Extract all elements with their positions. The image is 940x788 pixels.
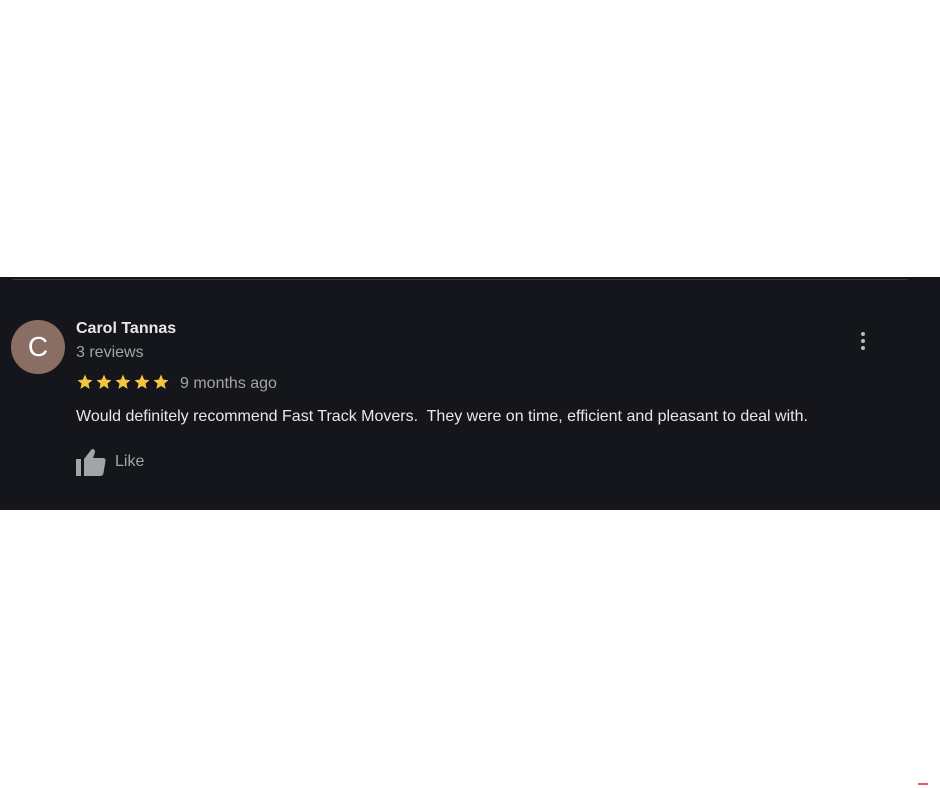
divider [12,279,908,280]
more-vert-icon-dot [861,339,865,343]
reviewer-name[interactable]: Carol Tannas [76,320,176,338]
corner-mark [918,783,928,785]
review-count[interactable]: 3 reviews [76,344,144,362]
more-vert-icon [861,332,865,336]
review-time: 9 months ago [180,375,277,392]
thumb-up-icon [76,449,106,476]
star-rating [76,373,170,391]
star-icon [153,374,169,389]
more-options-button[interactable] [852,329,874,353]
more-vert-icon-dot [861,346,865,350]
like-button[interactable]: Like [75,447,144,477]
star-icon [77,374,93,389]
review-text: Would definitely recommend Fast Track Mo… [76,408,808,425]
avatar[interactable]: C [11,320,65,374]
review-card: C Carol Tannas 3 reviews 9 months ago Wo… [0,277,940,510]
star-icon [134,374,150,389]
like-label: Like [115,453,145,470]
star-icon [96,374,112,389]
star-icon [115,374,131,389]
